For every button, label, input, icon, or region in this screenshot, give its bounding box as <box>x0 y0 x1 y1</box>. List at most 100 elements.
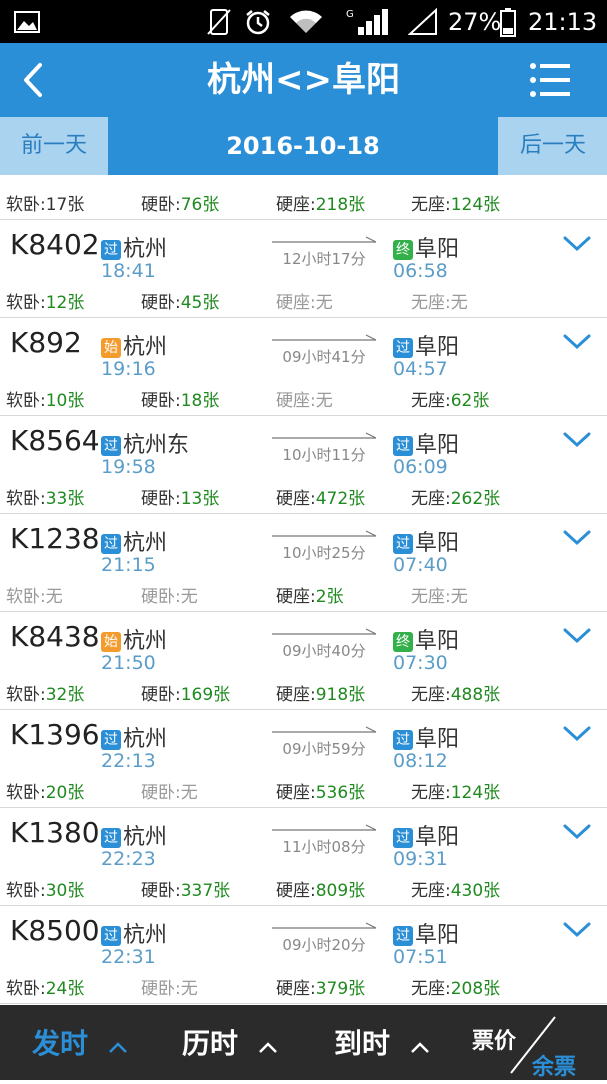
duration-arrow: 10小时11分 <box>270 430 382 466</box>
train-code: K1238 <box>10 522 100 555</box>
station-badge: 过 <box>101 730 121 750</box>
sort-by-remaining-button[interactable]: 余票 <box>532 1049 576 1081</box>
departure-station: 过杭州 <box>101 917 167 949</box>
sort-by-duration-button[interactable]: 历时 <box>182 1005 278 1080</box>
station-badge: 过 <box>101 534 121 554</box>
chevron-down-icon[interactable] <box>562 725 592 743</box>
station-badge: 过 <box>393 534 413 554</box>
departure-time: 19:16 <box>101 358 156 380</box>
arrival-station: 过阜阳 <box>393 721 459 753</box>
departure-station: 始杭州 <box>101 329 167 361</box>
departure-station-name: 杭州 <box>123 531 168 556</box>
arrival-time: 04:57 <box>393 358 448 380</box>
chevron-down-icon[interactable] <box>562 921 592 939</box>
duration-arrow: 12小时17分 <box>270 234 382 270</box>
table-row[interactable]: K1238 过杭州 21:15 10小时25分过阜阳 07:40 软卧:无 硬卧:无 硬座:2… <box>0 514 607 612</box>
table-row[interactable]: K1396 过杭州 22:13 09小时59分过阜阳 08:12 软卧:20张 硬卧:无 硬座… <box>0 710 607 808</box>
prev-day-button[interactable]: 前一天 <box>0 117 108 175</box>
hard-seat-count: 硬座:918张 <box>276 685 366 705</box>
hard-seat-count: 硬座:218张 <box>276 195 366 215</box>
arrival-time: 09:31 <box>393 848 448 870</box>
no-seat-count: 无座:62张 <box>411 391 490 411</box>
duration-arrow: 09小时59分 <box>270 724 382 760</box>
signal-empty-icon <box>408 0 438 43</box>
arrival-station-name: 阜阳 <box>415 923 460 948</box>
soft-sleeper-count: 软卧:24张 <box>6 979 85 999</box>
soft-sleeper-count: 软卧:30张 <box>6 881 85 901</box>
station-badge: 过 <box>393 436 413 456</box>
departure-station-name: 杭州东 <box>123 433 190 458</box>
station-badge: 过 <box>393 926 413 946</box>
menu-icon[interactable] <box>529 62 571 98</box>
travel-duration: 09小时40分 <box>282 642 366 660</box>
no-seat-count: 无座:262张 <box>411 489 501 509</box>
table-row[interactable]: 软卧:17张 硬卧:76张 硬座:218张 无座:124张 <box>0 175 607 220</box>
hard-sleeper-count: 硬卧:无 <box>141 783 198 803</box>
hard-seat-count: 硬座:2张 <box>276 587 344 607</box>
duration-arrow: 09小时40分 <box>270 626 382 662</box>
duration-arrow: 11小时08分 <box>270 822 382 858</box>
station-badge: 终 <box>393 632 413 652</box>
sort-by-departure-button[interactable]: 发时 <box>32 1005 128 1080</box>
sort-duration-label: 历时 <box>182 1027 239 1060</box>
departure-station: 过杭州 <box>101 525 167 557</box>
departure-station-name: 杭州 <box>123 629 168 654</box>
chevron-down-icon[interactable] <box>562 627 592 645</box>
arrival-station-name: 阜阳 <box>415 629 460 654</box>
hard-sleeper-count: 硬卧:18张 <box>141 391 220 411</box>
arrival-station-name: 阜阳 <box>415 335 460 360</box>
table-row[interactable]: K8500 过杭州 22:31 09小时20分过阜阳 07:51 软卧:24张 硬卧:无 硬座… <box>0 906 607 1004</box>
arrival-station: 过阜阳 <box>393 917 459 949</box>
duration-arrow: 09小时41分 <box>270 332 382 368</box>
table-row[interactable]: K8564 过杭州东 19:58 10小时11分过阜阳 06:09 软卧:33张 硬卧:13… <box>0 416 607 514</box>
train-code: K8500 <box>10 914 100 947</box>
table-row[interactable]: K8438 始杭州 21:50 09小时40分 终阜阳 07:30 软卧:32张 硬卧:169… <box>0 612 607 710</box>
soft-sleeper-count: 软卧:32张 <box>6 685 85 705</box>
gallery-icon <box>14 0 44 43</box>
hard-sleeper-count: 硬卧:169张 <box>141 685 231 705</box>
departure-station-name: 杭州 <box>123 727 168 752</box>
app-header: 杭州<>阜阳 <box>0 43 607 117</box>
travel-duration: 10小时25分 <box>282 544 366 562</box>
sort-departure-label: 发时 <box>32 1027 89 1060</box>
travel-duration: 09小时20分 <box>282 936 366 954</box>
train-list[interactable]: 软卧:17张 硬卧:76张 硬座:218张 无座:124张 K8402 过杭州 18… <box>0 175 607 1005</box>
table-row[interactable]: K1380 过杭州 22:23 11小时08分过阜阳 09:31 软卧:30张 硬卧:337… <box>0 808 607 906</box>
departure-station-name: 杭州 <box>123 923 168 948</box>
soft-sleeper-count: 软卧:12张 <box>6 293 85 313</box>
chevron-down-icon[interactable] <box>562 333 592 351</box>
chevron-down-icon[interactable] <box>562 431 592 449</box>
station-badge: 过 <box>101 240 121 260</box>
chevron-down-icon[interactable] <box>562 235 592 253</box>
alarm-icon <box>244 0 272 43</box>
arrival-station-name: 阜阳 <box>415 237 460 262</box>
no-seat-count: 无座:430张 <box>411 881 501 901</box>
chevron-down-icon[interactable] <box>562 823 592 841</box>
table-row[interactable]: K8402 过杭州 18:41 12小时17分 终阜阳 06:58 软卧:12张 硬卧:45张… <box>0 220 607 318</box>
station-badge: 过 <box>101 436 121 456</box>
train-code: K8564 <box>10 424 100 457</box>
arrival-station: 过阜阳 <box>393 329 459 361</box>
hard-seat-count: 硬座:379张 <box>276 979 366 999</box>
arrival-time: 07:30 <box>393 652 448 674</box>
current-date[interactable]: 2016-10-18 <box>108 117 498 175</box>
departure-time: 21:50 <box>101 652 156 674</box>
table-row[interactable]: K892 始杭州 19:16 09小时41分 过阜阳 04:57 软卧:10张 硬卧:18张 硬… <box>0 318 607 416</box>
arrival-time: 06:09 <box>393 456 448 478</box>
chevron-down-icon[interactable] <box>562 529 592 547</box>
arrival-time: 06:58 <box>393 260 448 282</box>
no-seat-count: 无座:124张 <box>411 195 501 215</box>
departure-station: 过杭州 <box>101 231 167 263</box>
next-day-button[interactable]: 后一天 <box>499 117 607 175</box>
sort-by-price-button[interactable]: 票价 <box>472 1023 516 1055</box>
arrival-station: 终阜阳 <box>393 231 459 263</box>
departure-time: 22:13 <box>101 750 156 772</box>
departure-station: 过杭州 <box>101 819 167 851</box>
train-code: K8402 <box>10 228 100 261</box>
sort-by-arrival-button[interactable]: 到时 <box>334 1005 430 1080</box>
hard-sleeper-count: 硬卧:337张 <box>141 881 231 901</box>
departure-time: 18:41 <box>101 260 156 282</box>
arrival-time: 08:12 <box>393 750 448 772</box>
departure-station: 始杭州 <box>101 623 167 655</box>
hard-seat-count: 硬座:809张 <box>276 881 366 901</box>
